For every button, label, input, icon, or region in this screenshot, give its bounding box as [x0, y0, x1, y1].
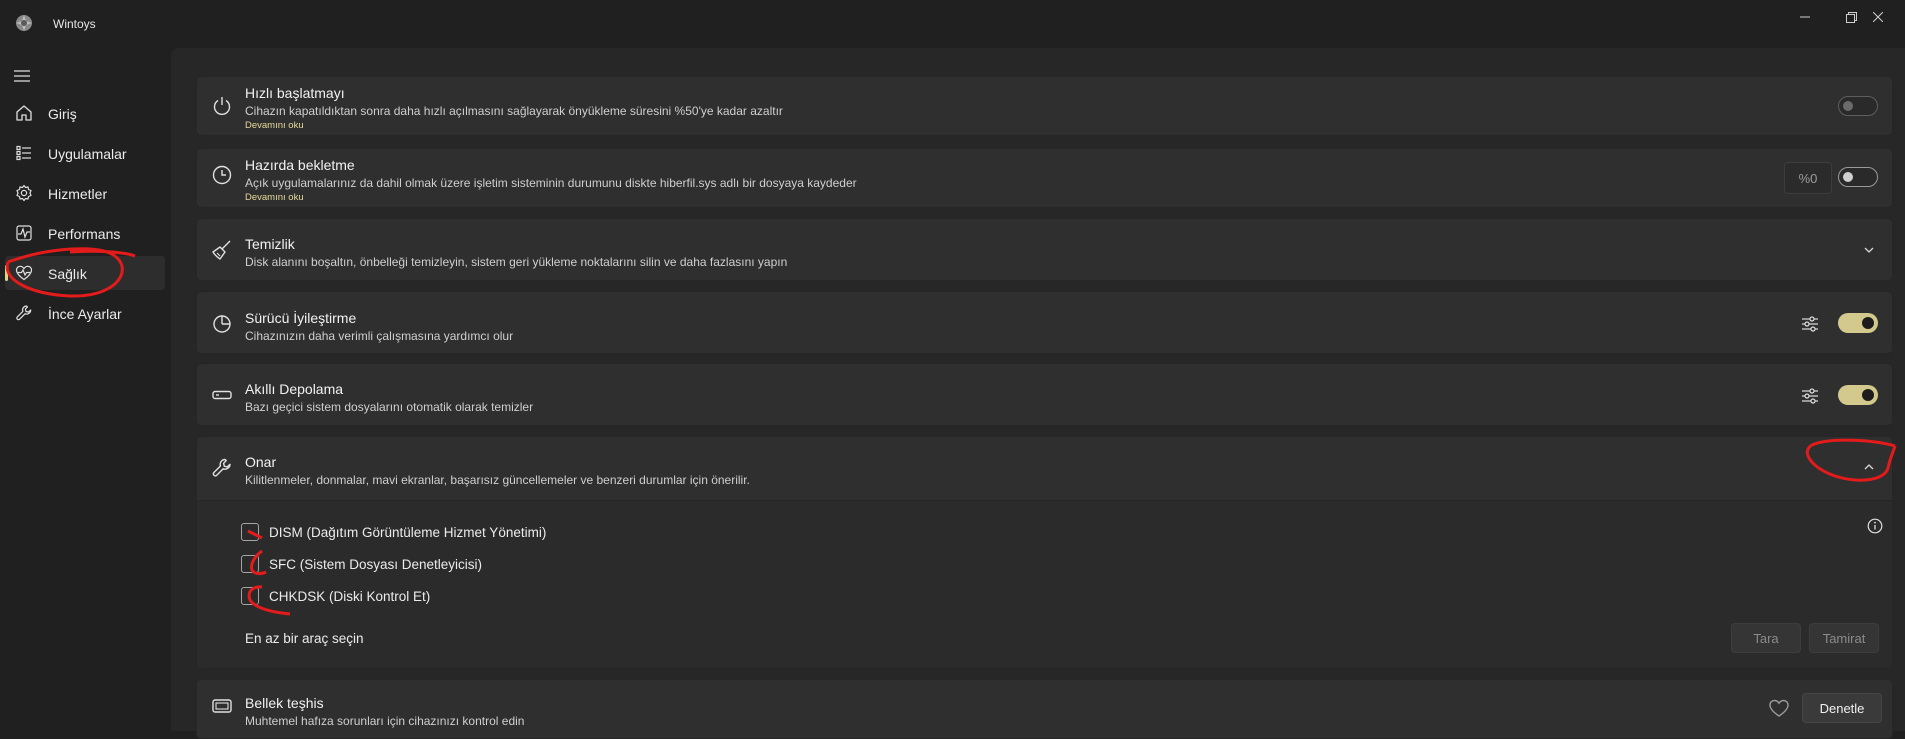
activity-icon [16, 225, 32, 241]
card-title: Hazırda bekletme [245, 157, 355, 173]
sidebar-item-label: İnce Ayarlar [48, 306, 122, 322]
wrench-icon [16, 305, 32, 321]
card-title: Sürücü İyileştirme [245, 310, 357, 326]
dism-option[interactable]: DISM (Dağıtım Görüntüleme Hizmet Yönetim… [241, 522, 546, 542]
card-title: Onar [245, 454, 277, 470]
card-title: Akıllı Depolama [245, 381, 344, 397]
check-memory-button[interactable]: Denetle [1802, 693, 1882, 723]
cleanup-card[interactable]: Temizlik Disk alanını boşaltın, önbelleğ… [196, 218, 1893, 281]
card-description: Muhtemel hafıza sorunları için cihazınız… [245, 714, 525, 728]
sidebar-item-ince-ayarlar[interactable]: İnce Ayarlar [5, 296, 165, 330]
repair-card[interactable]: Onar Kilitlenmeler, donmalar, mavi ekran… [196, 436, 1893, 501]
sidebar-item-hizmetler[interactable]: Hizmetler [5, 176, 165, 210]
sidebar-item-label: Hizmetler [48, 186, 108, 202]
list-icon [16, 145, 31, 161]
home-icon [16, 105, 32, 121]
chkdsk-option[interactable]: CHKDSK (Diski Kontrol Et) [241, 586, 430, 606]
card-description: Disk alanını boşaltın, önbelleği temizle… [245, 255, 788, 269]
option-label: DISM (Dağıtım Görüntüleme Hizmet Yönetim… [269, 524, 547, 540]
smart-storage-toggle[interactable] [1838, 385, 1878, 405]
read-more-link[interactable]: Devamını oku [245, 120, 304, 131]
hibernate-percent-input[interactable]: %0 [1784, 162, 1832, 194]
sidebar: Giriş Uygulamalar Hizmetler Performans S… [0, 48, 170, 731]
card-description: Açık uygulamalarınız da dahil olmak üzer… [245, 176, 857, 190]
card-title: Temizlik [245, 236, 295, 252]
card-title: Bellek teşhis [245, 695, 324, 711]
info-icon[interactable] [1867, 518, 1883, 534]
repair-button[interactable]: Tamirat [1809, 623, 1879, 653]
sidebar-item-label: Sağlık [48, 266, 87, 282]
sidebar-item-performans[interactable]: Performans [5, 216, 165, 250]
card-description: Cihazınızın daha verimli çalışmasına yar… [245, 329, 514, 343]
option-label: SFC (Sistem Dosyası Denetleyicisi) [269, 556, 483, 572]
chevron-up-icon[interactable] [1862, 460, 1876, 474]
app-logo-icon [16, 15, 32, 31]
sidebar-item-label: Giriş [48, 106, 77, 122]
chkdsk-checkbox[interactable] [241, 587, 259, 605]
close-button[interactable] [1855, 6, 1901, 28]
hibernate-card: Hazırda bekletme Açık uygulamalarınız da… [196, 148, 1893, 208]
app-title: Wintoys [53, 17, 96, 31]
dism-checkbox[interactable] [241, 523, 259, 541]
fast-startup-card: Hızlı başlatmayı Cihazın kapatıldıktan s… [196, 76, 1893, 136]
sidebar-item-giris[interactable]: Giriş [5, 96, 165, 130]
pie-chart-icon [213, 315, 231, 333]
heart-pulse-icon [15, 265, 33, 281]
sidebar-item-label: Performans [48, 226, 121, 242]
active-indicator [5, 265, 8, 281]
minimize-icon [1800, 16, 1810, 18]
settings-sliders-icon[interactable] [1801, 387, 1819, 405]
smart-storage-card: Akıllı Depolama Bazı geçici sistem dosya… [196, 363, 1893, 426]
sidebar-item-label: Uygulamalar [48, 146, 127, 162]
card-description: Cihazın kapatıldıktan sonra daha hızlı a… [245, 104, 783, 118]
card-title: Hızlı başlatmayı [245, 85, 345, 101]
hamburger-menu-icon[interactable] [14, 70, 30, 82]
chevron-down-icon[interactable] [1862, 243, 1876, 257]
gear-icon [16, 184, 32, 202]
card-description: Kilitlenmeler, donmalar, mavi ekranlar, … [245, 473, 750, 487]
card-description: Bazı geçici sistem dosyalarını otomatik … [245, 400, 534, 414]
memory-diagnostics-card: Bellek teşhis Muhtemel hafıza sorunları … [196, 679, 1893, 739]
memory-icon [212, 699, 232, 713]
drive-icon [212, 390, 232, 400]
sfc-option[interactable]: SFC (Sistem Dosyası Denetleyicisi) [241, 554, 482, 574]
settings-sliders-icon[interactable] [1801, 315, 1819, 333]
heart-icon[interactable] [1768, 698, 1790, 718]
power-icon [213, 97, 231, 115]
read-more-link[interactable]: Devamını oku [245, 192, 304, 203]
minimize-button[interactable] [1782, 6, 1828, 28]
driver-optimization-toggle[interactable] [1838, 313, 1878, 333]
scan-button[interactable]: Tara [1731, 623, 1801, 653]
fast-startup-toggle[interactable] [1838, 96, 1878, 116]
wrench-icon [212, 458, 231, 477]
sfc-checkbox[interactable] [241, 555, 259, 573]
option-label: CHKDSK (Diski Kontrol Et) [269, 588, 431, 604]
driver-optimization-card: Sürücü İyileştirme Cihazınızın daha veri… [196, 291, 1893, 354]
sidebar-item-uygulamalar[interactable]: Uygulamalar [5, 136, 165, 170]
sidebar-item-saglik[interactable]: Sağlık [5, 256, 165, 290]
repair-options-panel: DISM (Dağıtım Görüntüleme Hizmet Yönetim… [196, 501, 1893, 669]
clock-icon [212, 165, 232, 185]
broom-icon [212, 240, 231, 260]
close-icon [1873, 12, 1883, 22]
repair-hint: En az bir araç seçin [245, 631, 364, 646]
hibernate-toggle[interactable] [1838, 167, 1878, 187]
title-bar: Wintoys [0, 0, 1905, 48]
